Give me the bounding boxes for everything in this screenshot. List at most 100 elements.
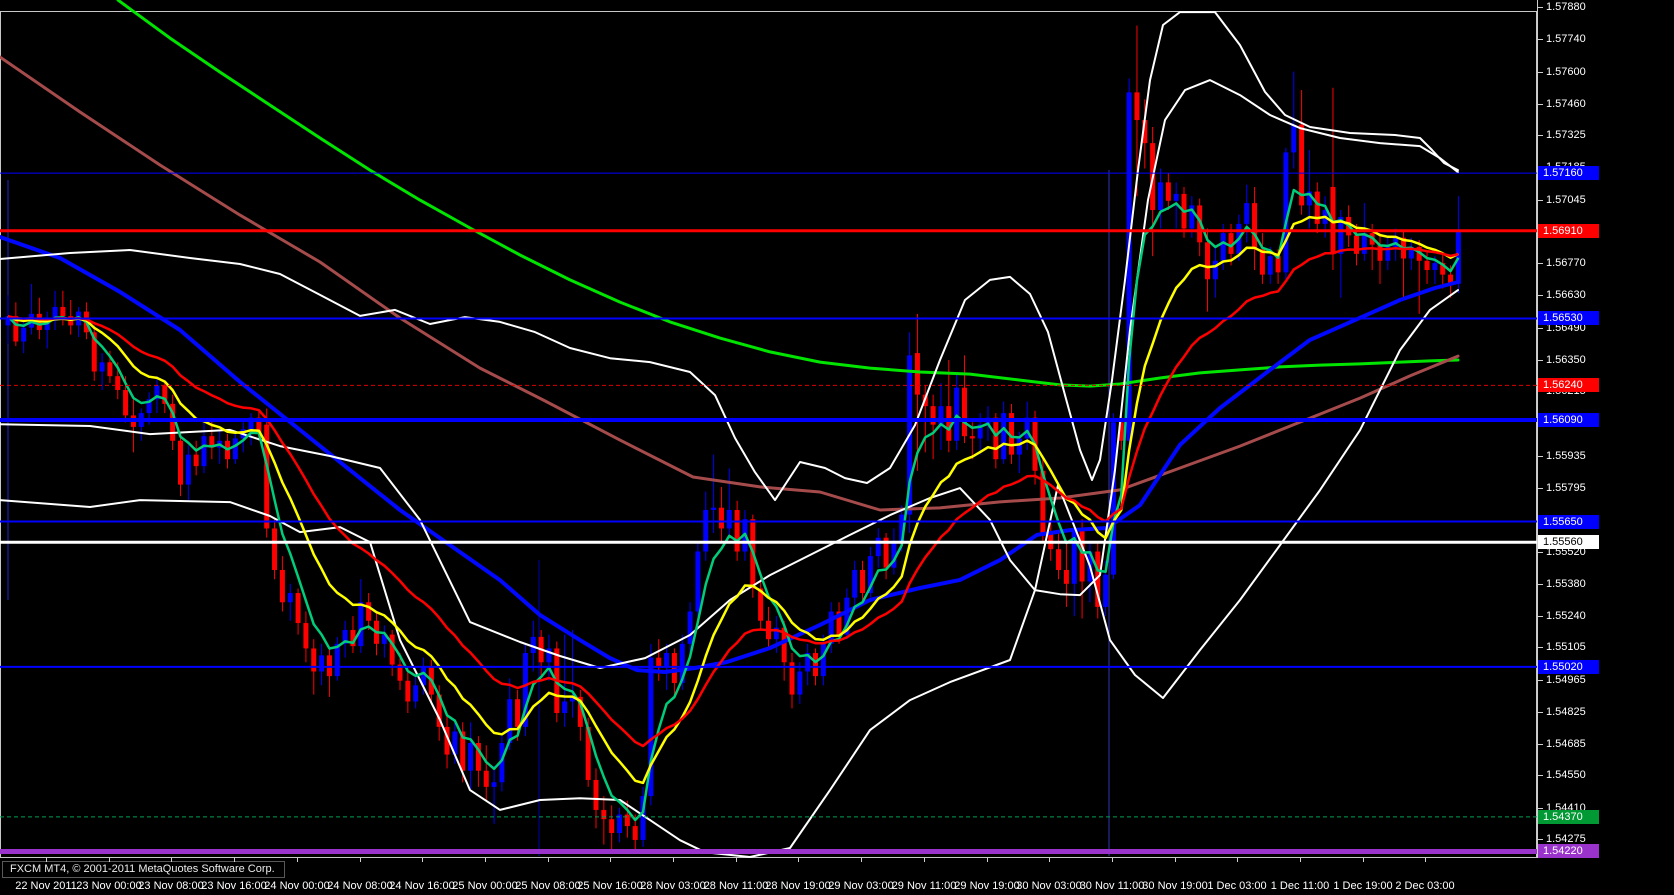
price-tick-label: 1.55240 — [1546, 610, 1586, 623]
candle-bear — [593, 779, 599, 810]
candle-bear — [969, 436, 975, 439]
candle-bull — [954, 387, 960, 441]
price-tick — [1538, 6, 1543, 8]
candle-bear — [515, 699, 521, 727]
candle-bear — [609, 819, 615, 834]
time-tick-label: 30 Nov 19:00 — [1142, 880, 1208, 892]
price-tick-label: 1.56630 — [1546, 289, 1586, 302]
price-tick-label: 1.55380 — [1546, 577, 1586, 590]
candle-bull — [726, 509, 732, 529]
price-tick-label: 1.56770 — [1546, 257, 1586, 270]
candle-bear — [632, 826, 638, 840]
time-tick — [673, 858, 674, 862]
candle-bull — [1291, 124, 1297, 153]
candle-bear — [946, 406, 952, 441]
time-tick-label: 25 Nov 00:00 — [452, 880, 518, 892]
candle-bear — [813, 653, 819, 677]
time-tick-label: 22 Nov 2011 — [15, 880, 77, 892]
price-tick — [1538, 455, 1543, 457]
time-tick — [1425, 858, 1426, 862]
candle-bear — [177, 440, 183, 485]
time-tick — [798, 858, 799, 862]
time-tick — [548, 858, 549, 862]
price-tick — [1538, 360, 1543, 361]
price-tick-label: 1.57045 — [1546, 193, 1586, 206]
price-tick — [1538, 551, 1543, 553]
time-tick-label: 30 Nov 11:00 — [1079, 880, 1145, 892]
candle-bull — [232, 438, 238, 460]
price-tick-label: 1.55795 — [1546, 482, 1586, 495]
price-tick — [1538, 616, 1543, 618]
candle-bear — [326, 655, 332, 677]
candle-bull — [1103, 574, 1109, 607]
price-marker-1.56240: 1.56240 — [1538, 378, 1599, 393]
candle-bear — [60, 306, 66, 317]
price-tick-label: 1.57325 — [1546, 129, 1586, 142]
candle-bear — [961, 387, 967, 437]
time-tick-label: 25 Nov 16:00 — [577, 880, 643, 892]
price-marker-1.54220: 1.54220 — [1538, 844, 1599, 859]
price-tick-label: 1.57740 — [1546, 33, 1586, 46]
candle-bear — [914, 353, 920, 395]
price-tick — [1538, 679, 1543, 681]
price-marker-1.56090: 1.56090 — [1538, 413, 1599, 427]
candle-bear — [115, 376, 121, 391]
price-tick — [1538, 199, 1543, 201]
time-tick-label: 24 Nov 00:00 — [264, 880, 330, 892]
candle-bear — [1353, 235, 1359, 254]
mt4-chart-window: 1.57880 1.57740 1.57600 1.57460 1.57325 1.571… — [0, 0, 1674, 895]
time-tick-label: 29 Nov 11:00 — [891, 880, 957, 892]
candle-bear — [1377, 244, 1383, 261]
candle-bull — [875, 537, 881, 557]
price-tick — [1538, 135, 1543, 137]
candle-bull — [687, 611, 693, 644]
price-tick — [1538, 583, 1543, 585]
price-tick — [1538, 711, 1543, 713]
price-tick-label: 1.55105 — [1546, 641, 1586, 654]
price-tick-label: 1.57600 — [1546, 65, 1586, 78]
candle-bear — [718, 507, 724, 529]
price-marker-1.57160: 1.57160 — [1538, 166, 1599, 181]
candle-bull — [507, 699, 513, 744]
candlestick-chart[interactable] — [0, 0, 1537, 858]
candle-bull — [1432, 263, 1438, 271]
candle-bear — [671, 653, 677, 684]
time-tick — [46, 858, 47, 862]
candle-bear — [483, 770, 489, 787]
time-tick — [861, 858, 862, 862]
candle-bull — [562, 701, 568, 714]
time-tick — [171, 858, 172, 862]
price-tick — [1538, 744, 1543, 746]
price-marker-1.55560: 1.55560 — [1538, 535, 1599, 550]
candle-bull — [1220, 233, 1226, 261]
price-tick-label: 1.55935 — [1546, 449, 1586, 462]
candle-bull — [1244, 203, 1250, 224]
candle-bull — [201, 436, 207, 467]
candle-bear — [303, 623, 309, 649]
candle-bull — [852, 569, 858, 598]
price-tick — [1538, 838, 1543, 840]
time-tick — [1112, 858, 1113, 862]
candle-bear — [311, 648, 317, 672]
time-tick-label: 29 Nov 19:00 — [954, 880, 1020, 892]
price-tick — [1538, 39, 1543, 41]
candle-bear — [272, 528, 278, 570]
candle-bear — [123, 390, 129, 416]
candle-bear — [1252, 203, 1258, 250]
time-tick — [610, 858, 611, 862]
candle-bear — [295, 593, 301, 624]
time-tick-label: 24 Nov 16:00 — [389, 880, 455, 892]
price-axis[interactable]: 1.57880 1.57740 1.57600 1.57460 1.57325 1.571… — [1537, 0, 1674, 877]
time-axis[interactable]: FXCM MT4, © 2001-2011 MetaQuotes Softwar… — [0, 858, 1674, 895]
price-marker-1.55650: 1.55650 — [1538, 514, 1599, 529]
time-tick-label: 1 Dec 19:00 — [1333, 880, 1393, 892]
candle-bear — [1424, 260, 1430, 271]
candle-bull — [21, 327, 27, 342]
time-tick-label: 25 Nov 08:00 — [515, 880, 581, 892]
price-tick — [1538, 103, 1543, 105]
price-tick — [1538, 775, 1543, 777]
chart-plot-area[interactable] — [0, 0, 1537, 858]
time-tick-label: 28 Nov 19:00 — [765, 880, 831, 892]
time-tick-label: 23 Nov 00:00 — [76, 880, 142, 892]
price-tick-label: 1.54275 — [1546, 832, 1586, 845]
